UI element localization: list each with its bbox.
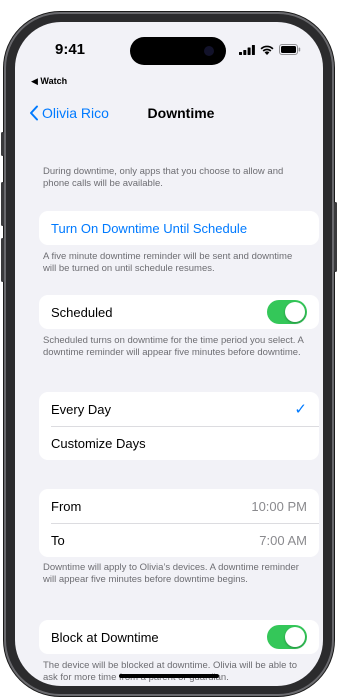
time-range-group: From 10:00 PM To 7:00 AM <box>39 489 319 557</box>
phone-frame: 9:41 ◀ Watch Olivia Rico Downtime During… <box>1 12 337 696</box>
cellular-signal-icon <box>239 44 255 55</box>
toggle-knob <box>285 627 305 647</box>
side-button <box>334 202 337 272</box>
volume-up-button <box>1 182 4 226</box>
every-day-label: Every Day <box>51 401 111 417</box>
turn-on-downtime-button[interactable]: Turn On Downtime Until Schedule <box>39 211 319 245</box>
battery-icon <box>279 44 301 55</box>
time-range-footnote: Downtime will apply to Olivia’s devices.… <box>43 562 299 585</box>
block-footnote: The device will be blocked at downtime. … <box>43 660 297 683</box>
checkmark-icon: ✓ <box>294 401 307 418</box>
block-at-downtime-row: Block at Downtime <box>39 620 319 654</box>
scheduled-toggle[interactable] <box>267 300 307 324</box>
screen: 9:41 ◀ Watch Olivia Rico Downtime During… <box>15 22 323 686</box>
from-value: 10:00 PM <box>251 498 307 514</box>
block-at-downtime-label: Block at Downtime <box>51 629 159 645</box>
to-value: 7:00 AM <box>259 532 307 548</box>
volume-down-button <box>1 238 4 282</box>
intro-text: During downtime, only apps that you choo… <box>43 166 284 189</box>
status-time: 9:41 <box>55 41 86 58</box>
customize-days-label: Customize Days <box>51 435 146 451</box>
every-day-option[interactable]: Every Day ✓ <box>39 392 319 426</box>
scheduled-group: Scheduled <box>39 295 319 329</box>
scheduled-label: Scheduled <box>51 304 113 320</box>
days-group: Every Day ✓ Customize Days <box>39 392 319 460</box>
page-title: Downtime <box>147 105 215 121</box>
camera-icon <box>204 46 214 56</box>
customize-days-option[interactable]: Customize Days <box>39 426 319 460</box>
to-label: To <box>51 532 65 548</box>
home-indicator[interactable] <box>119 674 219 678</box>
turn-on-group: Turn On Downtime Until Schedule <box>39 211 319 245</box>
block-at-downtime-toggle[interactable] <box>267 625 307 649</box>
to-row[interactable]: To 7:00 AM <box>39 523 319 557</box>
action-button <box>1 132 4 156</box>
wifi-icon <box>260 45 274 55</box>
from-label: From <box>51 498 82 514</box>
scheduled-footnote: Scheduled turns on downtime for the time… <box>43 335 304 358</box>
turn-on-footnote: A five minute downtime reminder will be … <box>43 251 293 274</box>
toggle-knob <box>285 302 305 322</box>
from-row[interactable]: From 10:00 PM <box>39 489 319 523</box>
dynamic-island <box>130 37 226 65</box>
navigation-bar: Olivia Rico Downtime <box>15 102 323 126</box>
status-icons <box>239 44 301 55</box>
back-to-app-link[interactable]: ◀ Watch <box>31 76 67 87</box>
block-group: Block at Downtime <box>39 620 319 654</box>
scheduled-row: Scheduled <box>39 295 319 329</box>
